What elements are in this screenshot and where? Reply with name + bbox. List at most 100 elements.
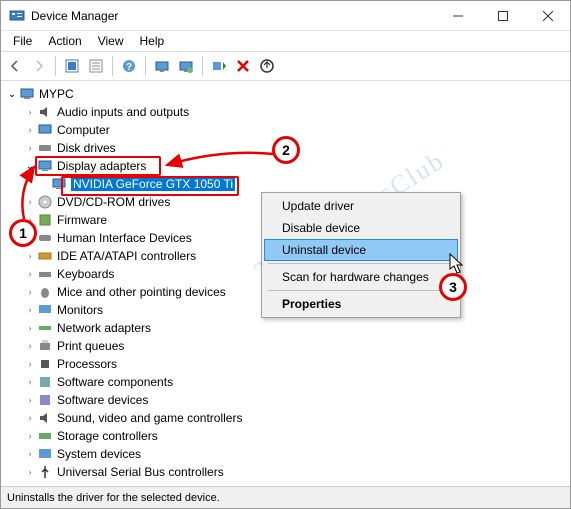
tree-item-computer[interactable]: › Computer	[5, 121, 568, 139]
root-label: MYPC	[39, 87, 74, 101]
component-icon	[37, 374, 53, 390]
chevron-right-icon[interactable]: ›	[23, 125, 37, 136]
minimize-button[interactable]	[435, 1, 480, 30]
properties-button[interactable]	[84, 54, 108, 78]
status-text: Uninstalls the driver for the selected d…	[7, 492, 220, 504]
tree-item-sw-components[interactable]: › Software components	[5, 373, 568, 391]
view-resources-button[interactable]	[174, 54, 198, 78]
menu-separator	[268, 263, 454, 264]
menu-disable-device[interactable]: Disable device	[264, 217, 458, 239]
back-button[interactable]	[3, 54, 27, 78]
tree-item-label: Mice and other pointing devices	[57, 285, 226, 299]
chevron-right-icon[interactable]: ›	[23, 449, 37, 460]
chevron-right-icon[interactable]: ›	[23, 143, 37, 154]
tree-item-processors[interactable]: › Processors	[5, 355, 568, 373]
tree-item-storage[interactable]: › Storage controllers	[5, 427, 568, 445]
chevron-right-icon[interactable]: ›	[23, 323, 37, 334]
chevron-right-icon[interactable]: ›	[23, 377, 37, 388]
tree-item-usb[interactable]: › Universal Serial Bus controllers	[5, 463, 568, 481]
sound-icon	[37, 410, 53, 426]
tree-item-system[interactable]: › System devices	[5, 445, 568, 463]
printer-icon	[37, 338, 53, 354]
titlebar: Device Manager	[1, 1, 570, 31]
help-button[interactable]: ?	[117, 54, 141, 78]
menu-uninstall-device[interactable]: Uninstall device	[264, 239, 458, 261]
chevron-down-icon[interactable]: ⌄	[5, 89, 19, 100]
display-icon	[51, 176, 67, 192]
toolbar-separator	[202, 56, 203, 76]
chevron-right-icon[interactable]: ›	[23, 233, 37, 244]
menu-separator	[268, 290, 454, 291]
ide-icon	[37, 248, 53, 264]
svg-text:?: ?	[126, 62, 132, 73]
tree-item-print[interactable]: › Print queues	[5, 337, 568, 355]
chevron-right-icon[interactable]: ›	[23, 413, 37, 424]
menu-scan-hardware[interactable]: Scan for hardware changes	[264, 266, 458, 288]
window-controls	[435, 1, 570, 30]
hid-icon	[37, 230, 53, 246]
computer-icon	[37, 122, 53, 138]
tree-item-disk[interactable]: › Disk drives	[5, 139, 568, 157]
menu-update-driver[interactable]: Update driver	[264, 195, 458, 217]
maximize-button[interactable]	[480, 1, 525, 30]
tree-item-display-adapters[interactable]: ⌄ Display adapters	[5, 157, 568, 175]
tree-item-label: Audio inputs and outputs	[57, 105, 189, 119]
network-icon	[37, 320, 53, 336]
chevron-right-icon[interactable]: ›	[23, 305, 37, 316]
chevron-right-icon[interactable]: ›	[23, 215, 37, 226]
chevron-right-icon[interactable]: ›	[23, 467, 37, 478]
tree-item-label: Software components	[57, 375, 173, 389]
tree-item-label: DVD/CD-ROM drives	[57, 195, 170, 209]
tree-item-label: Monitors	[57, 303, 103, 317]
menu-action[interactable]: Action	[40, 32, 89, 50]
chevron-right-icon[interactable]: ›	[23, 341, 37, 352]
tree-item-audio[interactable]: › Audio inputs and outputs	[5, 103, 568, 121]
menu-view[interactable]: View	[90, 32, 132, 50]
tree-item-label: Keyboards	[57, 267, 114, 281]
chevron-right-icon[interactable]: ›	[23, 197, 37, 208]
chevron-right-icon[interactable]: ›	[23, 107, 37, 118]
chevron-right-icon[interactable]: ›	[23, 287, 37, 298]
tree-item-nvidia[interactable]: NVIDIA GeForce GTX 1050 Ti	[5, 175, 568, 193]
update-driver-toolbar-button[interactable]	[255, 54, 279, 78]
chevron-down-icon[interactable]: ⌄	[23, 161, 37, 172]
scan-hardware-button[interactable]	[207, 54, 231, 78]
toolbar-separator	[145, 56, 146, 76]
tree-item-label: Firmware	[57, 213, 107, 227]
tree-item-sound[interactable]: › Sound, video and game controllers	[5, 409, 568, 427]
close-button[interactable]	[525, 1, 570, 30]
tree-item-label: Software devices	[57, 393, 148, 407]
chevron-right-icon[interactable]: ›	[23, 395, 37, 406]
show-hidden-button[interactable]	[60, 54, 84, 78]
tree-item-sw-devices[interactable]: › Software devices	[5, 391, 568, 409]
menu-help[interactable]: Help	[132, 32, 173, 50]
window-title: Device Manager	[31, 9, 435, 23]
statusbar: Uninstalls the driver for the selected d…	[1, 486, 570, 508]
tree-item-label: Storage controllers	[57, 429, 158, 443]
tree-item-network[interactable]: › Network adapters	[5, 319, 568, 337]
tree-item-label: Human Interface Devices	[57, 231, 192, 245]
cpu-icon	[37, 356, 53, 372]
view-devices-button[interactable]	[150, 54, 174, 78]
selected-device-label: NVIDIA GeForce GTX 1050 Ti	[71, 177, 235, 191]
audio-icon	[37, 104, 53, 120]
chevron-right-icon[interactable]: ›	[23, 431, 37, 442]
tree-item-label: System devices	[57, 447, 141, 461]
toolbar-separator	[55, 56, 56, 76]
tree-item-label: Sound, video and game controllers	[57, 411, 242, 425]
disk-icon	[37, 140, 53, 156]
chevron-right-icon[interactable]: ›	[23, 269, 37, 280]
system-icon	[37, 446, 53, 462]
chevron-right-icon[interactable]: ›	[23, 359, 37, 370]
menu-file[interactable]: File	[5, 32, 40, 50]
tree-item-label: Universal Serial Bus controllers	[57, 465, 224, 479]
tree-item-label: Network adapters	[57, 321, 151, 335]
uninstall-toolbar-button[interactable]	[231, 54, 255, 78]
tree-item-label: Processors	[57, 357, 117, 371]
keyboard-icon	[37, 266, 53, 282]
forward-button[interactable]	[27, 54, 51, 78]
chevron-right-icon[interactable]: ›	[23, 251, 37, 262]
storage-icon	[37, 428, 53, 444]
tree-root[interactable]: ⌄ MYPC	[5, 85, 568, 103]
menu-properties[interactable]: Properties	[264, 293, 458, 315]
